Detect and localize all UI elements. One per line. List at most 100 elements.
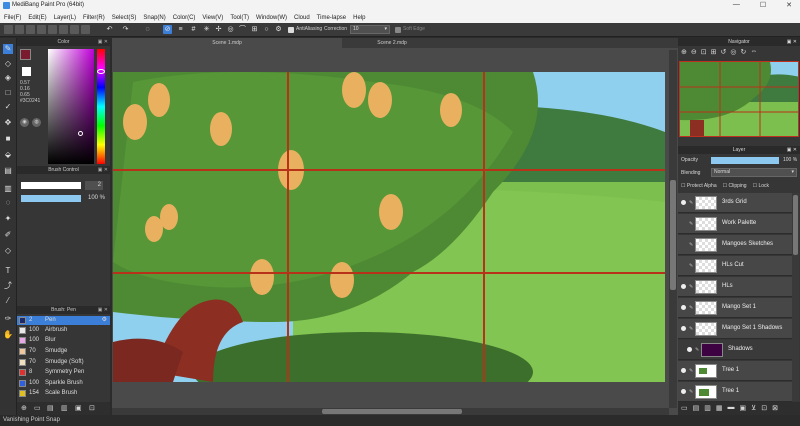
brush-item[interactable]: 2 Pen ⚙ (17, 316, 110, 325)
clear-layer-icon[interactable]: ⊡ (761, 404, 767, 413)
delete-layer-icon[interactable]: ⊠ (772, 404, 778, 413)
navigator-preview[interactable] (679, 61, 799, 137)
brush-item[interactable]: 154 Scale Brush (17, 389, 110, 398)
export-icon[interactable] (70, 25, 79, 34)
menu-view[interactable]: View(V) (202, 15, 223, 21)
palette-icon[interactable]: ◍ (32, 118, 41, 127)
magic-wand-icon[interactable]: ✦ (3, 214, 13, 224)
brush-size-value[interactable]: 2 (85, 181, 103, 190)
check-icon[interactable]: ✓ (3, 102, 13, 112)
pen-tool-icon[interactable]: ✎ (3, 44, 13, 54)
maximize-button[interactable]: ☐ (760, 1, 766, 9)
menu-tool[interactable]: Tool(T) (230, 15, 249, 21)
cloud-save-icon[interactable] (37, 25, 46, 34)
share-icon[interactable] (59, 25, 68, 34)
radial-snap-icon[interactable]: ✳ (202, 25, 211, 34)
menu-edit[interactable]: Edit(E) (28, 15, 46, 21)
visibility-toggle[interactable] (681, 200, 686, 205)
duplicate-brush-icon[interactable]: ▣ (75, 404, 82, 412)
brush-item[interactable]: 8 Symmetry Pen (17, 368, 110, 377)
rotate-left-icon[interactable]: ↺ (721, 48, 727, 58)
sv-cursor[interactable] (78, 131, 83, 136)
new-8bit-layer-icon[interactable]: ▤ (693, 404, 700, 413)
tab-scene-2[interactable]: Scene 2.mdp (342, 38, 442, 48)
protect-alpha-checkbox[interactable]: ☐ Protect Alpha (681, 183, 717, 191)
rotate-right-icon[interactable]: ↻ (740, 48, 746, 58)
deselect-icon[interactable]: ◌ (143, 25, 152, 34)
menu-file[interactable]: File(F) (4, 15, 21, 21)
divide-frame-icon[interactable]: ▥ (3, 184, 13, 194)
new-file-icon[interactable] (4, 25, 13, 34)
layer-item[interactable]: ✎ Mangoes Sketches (678, 235, 792, 255)
rotate-reset-icon[interactable]: ◎ (730, 48, 736, 58)
visibility-toggle[interactable] (687, 347, 692, 352)
gradient-icon[interactable]: ▤ (3, 166, 13, 176)
new-folder-icon[interactable]: ▬ (728, 404, 735, 413)
perspective-snap-icon[interactable]: ⊞ (250, 25, 259, 34)
menu-filter[interactable]: Filter(R) (83, 15, 105, 21)
brush-settings-icon[interactable]: ⚙ (102, 316, 107, 325)
close-button[interactable]: ✕ (786, 1, 792, 9)
merge-down-icon[interactable]: ⊻ (751, 404, 756, 413)
hue-cursor[interactable] (97, 69, 105, 74)
menu-cloud[interactable]: Cloud (294, 15, 310, 21)
bucket-icon[interactable]: ⬙ (3, 150, 13, 160)
tab-scene-1[interactable]: Scene 1.mdp (112, 38, 342, 48)
redo-icon[interactable]: ↷ (121, 25, 130, 34)
menu-time-lapse[interactable]: Time-lapse (317, 15, 346, 21)
layer-item[interactable]: ✎ Mango Set 1 Shadows (678, 319, 792, 339)
minimize-button[interactable]: — (733, 1, 740, 9)
menu-color[interactable]: Color(C) (173, 15, 196, 21)
brush-item[interactable]: 100 Airbrush (17, 326, 110, 335)
layer-item[interactable]: ✎ Mango Set 1 (678, 298, 792, 318)
brush-item[interactable]: 70 Smudge (17, 347, 110, 356)
visibility-toggle[interactable] (681, 389, 686, 394)
brush-item[interactable]: 100 Sparkle Brush (17, 379, 110, 388)
menu-help[interactable]: Help (353, 15, 365, 21)
curve-snap-icon[interactable]: ⌒ (238, 25, 247, 34)
hand-tool-icon[interactable]: ✋ (3, 330, 13, 340)
save-icon[interactable] (26, 25, 35, 34)
add-brush-icon[interactable]: ⊕ (21, 404, 27, 412)
zoom-out-icon[interactable]: ⊖ (691, 48, 697, 58)
background-swatch[interactable] (22, 67, 31, 76)
concentric-snap-icon[interactable]: ◎ (226, 25, 235, 34)
menu-layer[interactable]: Layer(L) (54, 15, 76, 21)
cross-snap-icon[interactable]: ✢ (214, 25, 223, 34)
color-wheel-icon[interactable]: ◉ (20, 118, 29, 127)
text-tool-icon[interactable]: T (3, 266, 13, 276)
lasso-icon[interactable]: ◌ (3, 198, 13, 208)
vertical-scroll-thumb[interactable] (670, 180, 676, 290)
layer-item[interactable]: ✎ Tree 1 (678, 382, 792, 402)
rect-select-icon[interactable]: □ (3, 88, 13, 98)
canvas-artwork[interactable] (113, 72, 665, 382)
grid-snap-icon[interactable]: # (189, 25, 198, 34)
clipping-checkbox[interactable]: ☐ Clipping (723, 183, 747, 191)
zoom-in-icon[interactable]: ⊕ (681, 48, 687, 58)
saturation-value-picker[interactable] (48, 49, 94, 164)
layer-scrollbar[interactable] (792, 193, 799, 401)
flip-icon[interactable]: ⇔ (750, 48, 757, 58)
select-eraser-icon[interactable]: ◇ (3, 246, 13, 256)
visibility-toggle[interactable] (681, 368, 686, 373)
menu-snap[interactable]: Snap(N) (143, 15, 165, 21)
layer-item[interactable]: ✎ Tree 1 (678, 361, 792, 381)
gallery-icon[interactable] (81, 25, 90, 34)
menu-window[interactable]: Window(W) (256, 15, 287, 21)
lock-checkbox[interactable]: ☐ Lock (753, 183, 769, 191)
dropper-icon[interactable]: ✑ (3, 314, 13, 324)
layer-item[interactable]: ✎ Shadows (678, 340, 792, 360)
open-file-icon[interactable] (15, 25, 24, 34)
layer-item[interactable]: ✎ HLs Cut (678, 256, 792, 276)
operation-tool-icon[interactable]: ⤴ (3, 281, 13, 291)
brush-size-slider[interactable] (21, 182, 81, 189)
new-1bit-layer-icon[interactable]: ▥ (704, 404, 711, 413)
comment-icon[interactable] (48, 25, 57, 34)
circle-snap-icon[interactable]: ○ (262, 25, 271, 34)
dot-tool-icon[interactable]: ◈ (3, 73, 13, 83)
fill-rect-icon[interactable]: ■ (3, 134, 13, 144)
new-halftone-layer-icon[interactable]: ▦ (716, 404, 723, 413)
correction-select[interactable]: 10 ▾ (350, 25, 390, 34)
brush-settings-footer-icon[interactable]: ▤ (47, 404, 54, 412)
layer-opacity-slider[interactable] (711, 157, 779, 164)
